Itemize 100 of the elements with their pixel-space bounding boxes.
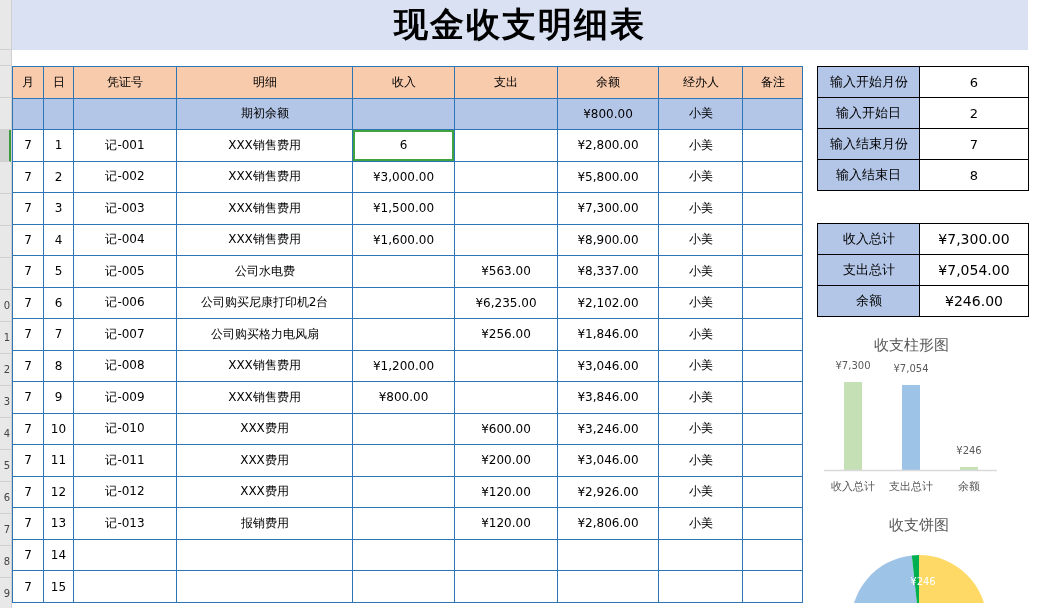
column-header: 经办人 <box>658 66 743 98</box>
table-cell <box>742 129 803 162</box>
table-cell[interactable]: ¥800.00 <box>352 381 455 414</box>
table-cell: 小美 <box>658 129 743 162</box>
table-cell: XXX销售费用 <box>176 381 353 414</box>
table-cell[interactable] <box>352 318 455 351</box>
table-cell: 15 <box>43 570 74 603</box>
total-label: 支出总计 <box>817 254 920 286</box>
table-cell[interactable] <box>352 570 455 603</box>
table-cell[interactable]: ¥1,600.00 <box>352 224 455 256</box>
total-value: ¥7,054.00 <box>919 254 1029 286</box>
table-cell[interactable]: 6 <box>352 129 455 162</box>
table-cell <box>742 192 803 225</box>
table-cell[interactable] <box>352 507 455 540</box>
table-cell <box>742 413 803 445</box>
table-cell: 记-006 <box>73 287 177 319</box>
table-cell: 7 <box>12 507 44 540</box>
table-cell[interactable]: ¥1,500.00 <box>352 192 455 225</box>
table-cell: 5 <box>43 255 74 288</box>
table-cell: XXX费用 <box>176 413 353 445</box>
table-cell: ¥120.00 <box>454 507 558 540</box>
table-cell: 12 <box>43 476 74 508</box>
input-cell[interactable]: 6 <box>919 66 1029 98</box>
column-header: 日 <box>43 66 74 98</box>
table-cell: 小美 <box>658 476 743 508</box>
row-header[interactable]: 7 <box>0 514 11 546</box>
input-cell[interactable]: 2 <box>919 97 1029 129</box>
table-cell: 2 <box>43 161 74 193</box>
table-cell: ¥3,846.00 <box>557 381 659 414</box>
table-cell <box>742 224 803 256</box>
row-header[interactable]: 4 <box>0 418 11 450</box>
table-cell: 小美 <box>658 444 743 477</box>
table-cell: 记-007 <box>73 318 177 351</box>
total-value: ¥7,300.00 <box>919 223 1029 255</box>
table-cell: 公司购买格力电风扇 <box>176 318 353 351</box>
category-label: 支出总计 <box>889 480 933 493</box>
table-cell <box>742 161 803 193</box>
table-cell: ¥2,800.00 <box>557 129 659 162</box>
table-cell: 7 <box>12 287 44 319</box>
table-cell: 记-012 <box>73 476 177 508</box>
row-header[interactable]: 0 <box>0 290 11 322</box>
table-cell[interactable] <box>352 255 455 288</box>
table-cell: ¥120.00 <box>454 476 558 508</box>
total-label: 余额 <box>817 285 920 317</box>
row-header[interactable]: 9 <box>0 578 11 608</box>
table-cell: ¥2,806.00 <box>557 507 659 540</box>
table-cell: 记-013 <box>73 507 177 540</box>
row-header[interactable]: 8 <box>0 546 11 578</box>
row-header[interactable]: 3 <box>0 386 11 418</box>
table-cell: XXX销售费用 <box>176 192 353 225</box>
table-cell[interactable] <box>352 476 455 508</box>
table-cell[interactable] <box>352 539 455 571</box>
table-cell <box>12 98 44 130</box>
table-cell: 8 <box>43 350 74 382</box>
table-cell[interactable]: ¥3,000.00 <box>352 161 455 193</box>
table-cell <box>742 539 803 571</box>
table-cell[interactable] <box>352 444 455 477</box>
table-cell: 13 <box>43 507 74 540</box>
row-header[interactable]: 6 <box>0 482 11 514</box>
field-label: 输入结束日 <box>817 159 920 191</box>
table-cell[interactable] <box>352 413 455 445</box>
table-cell[interactable] <box>352 287 455 319</box>
table-cell: 9 <box>43 381 74 414</box>
table-cell: 7 <box>12 318 44 351</box>
column-header: 余额 <box>557 66 659 98</box>
table-cell[interactable]: ¥1,200.00 <box>352 350 455 382</box>
table-cell: 小美 <box>658 255 743 288</box>
input-cell[interactable]: 7 <box>919 128 1029 160</box>
table-cell: 公司购买尼康打印机2台 <box>176 287 353 319</box>
table-cell: ¥600.00 <box>454 413 558 445</box>
total-label: 收入总计 <box>817 223 920 255</box>
field-label: 输入结束月份 <box>817 128 920 160</box>
row-header[interactable]: 5 <box>0 450 11 482</box>
data-label: ¥246 <box>956 445 982 457</box>
table-cell: 记-011 <box>73 444 177 477</box>
table-cell: 记-001 <box>73 129 177 162</box>
table-cell: 7 <box>12 570 44 603</box>
table-cell: 期初余额 <box>176 98 353 130</box>
input-cell[interactable]: 8 <box>919 159 1029 191</box>
table-cell: 7 <box>12 129 44 162</box>
column-header: 收入 <box>352 66 455 98</box>
table-cell: ¥256.00 <box>454 318 558 351</box>
table-cell <box>742 350 803 382</box>
table-cell: 小美 <box>658 192 743 225</box>
table-cell: ¥3,046.00 <box>557 444 659 477</box>
table-cell: 1 <box>43 129 74 162</box>
column-header: 凭证号 <box>73 66 177 98</box>
table-cell: 7 <box>12 161 44 193</box>
table-cell: 小美 <box>658 507 743 540</box>
table-cell: 小美 <box>658 318 743 351</box>
table-cell: 记-005 <box>73 255 177 288</box>
table-cell: XXX费用 <box>176 444 353 477</box>
column-header: 备注 <box>742 66 803 98</box>
table-cell <box>742 570 803 603</box>
row-header[interactable]: 2 <box>0 354 11 386</box>
table-cell: ¥8,900.00 <box>557 224 659 256</box>
table-cell: ¥3,246.00 <box>557 413 659 445</box>
table-cell: XXX销售费用 <box>176 161 353 193</box>
table-cell: 3 <box>43 192 74 225</box>
row-header[interactable]: 1 <box>0 322 11 354</box>
